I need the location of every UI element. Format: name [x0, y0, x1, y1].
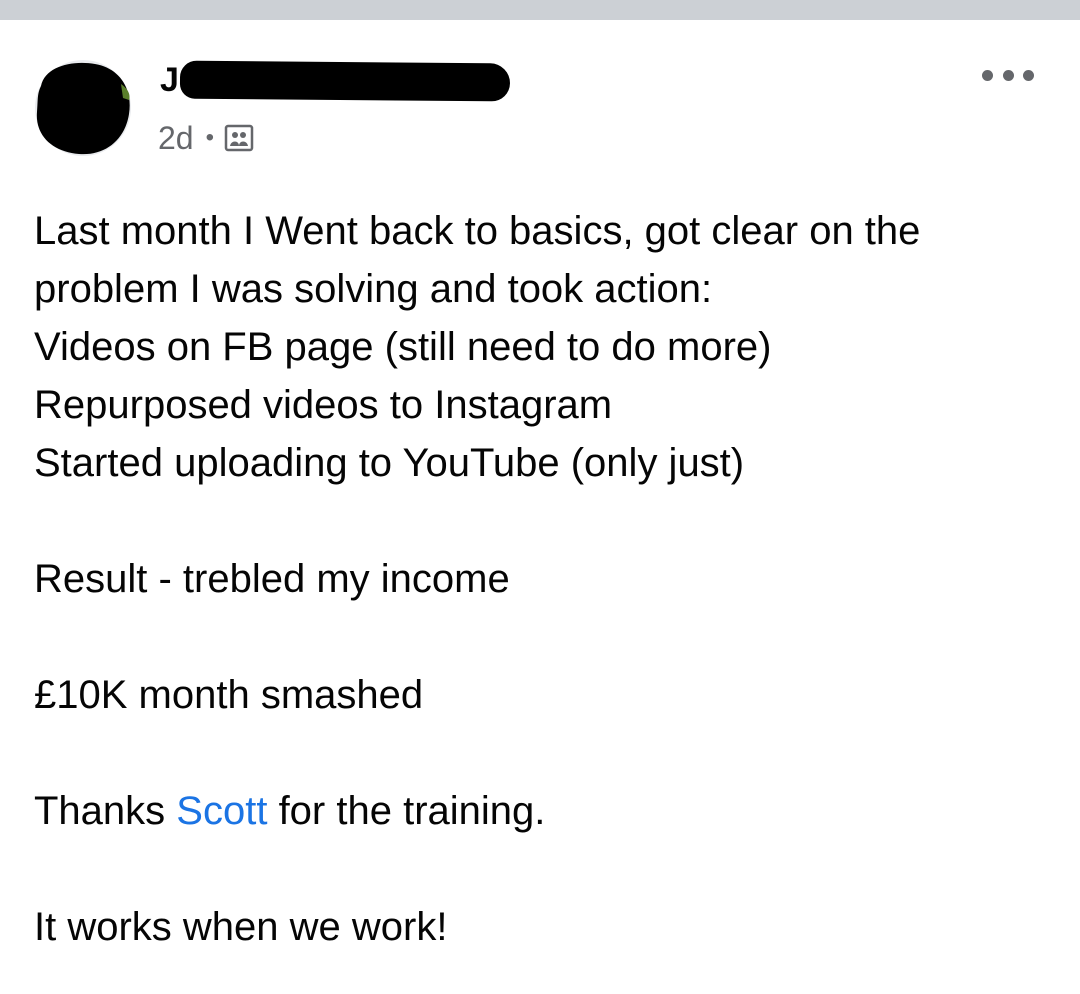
avatar[interactable] [33, 58, 135, 158]
thanks-prefix: Thanks [34, 789, 177, 833]
result-line: Result - trebled my income [34, 557, 510, 601]
author-initial: J [160, 61, 179, 99]
body-line: problem I was solving and took action: [34, 267, 713, 311]
post-body: Last month I Went back to basics, got cl… [34, 202, 1064, 956]
avatar-redacted-icon [35, 60, 131, 156]
mention-link[interactable]: Scott [176, 789, 267, 833]
post-card: J 2d • Last month I Went back to basics,… [0, 20, 1080, 994]
body-line: Repurposed videos to Instagram [34, 383, 613, 427]
body-line: Last month I Went back to basics, got cl… [34, 209, 921, 253]
more-dot [1002, 69, 1014, 81]
group-privacy-icon[interactable] [224, 123, 254, 153]
closing-line: It works when we work! [34, 905, 448, 949]
body-line: Started uploading to YouTube (only just) [34, 441, 745, 485]
body-line: Videos on FB page (still need to do more… [34, 325, 772, 369]
meta-separator: • [205, 124, 214, 151]
post-meta: 2d • [158, 118, 254, 158]
more-options-icon[interactable] [982, 60, 1034, 90]
thanks-line: Thanks Scott for the training. [34, 782, 1064, 840]
more-dot [1023, 69, 1034, 81]
more-dot [982, 69, 993, 81]
name-redaction [179, 60, 511, 102]
top-divider [0, 0, 1080, 20]
thanks-suffix: for the training. [267, 789, 546, 833]
milestone-line: £10K month smashed [34, 673, 424, 717]
timestamp[interactable]: 2d [158, 120, 194, 157]
author-name[interactable]: J [158, 60, 518, 104]
